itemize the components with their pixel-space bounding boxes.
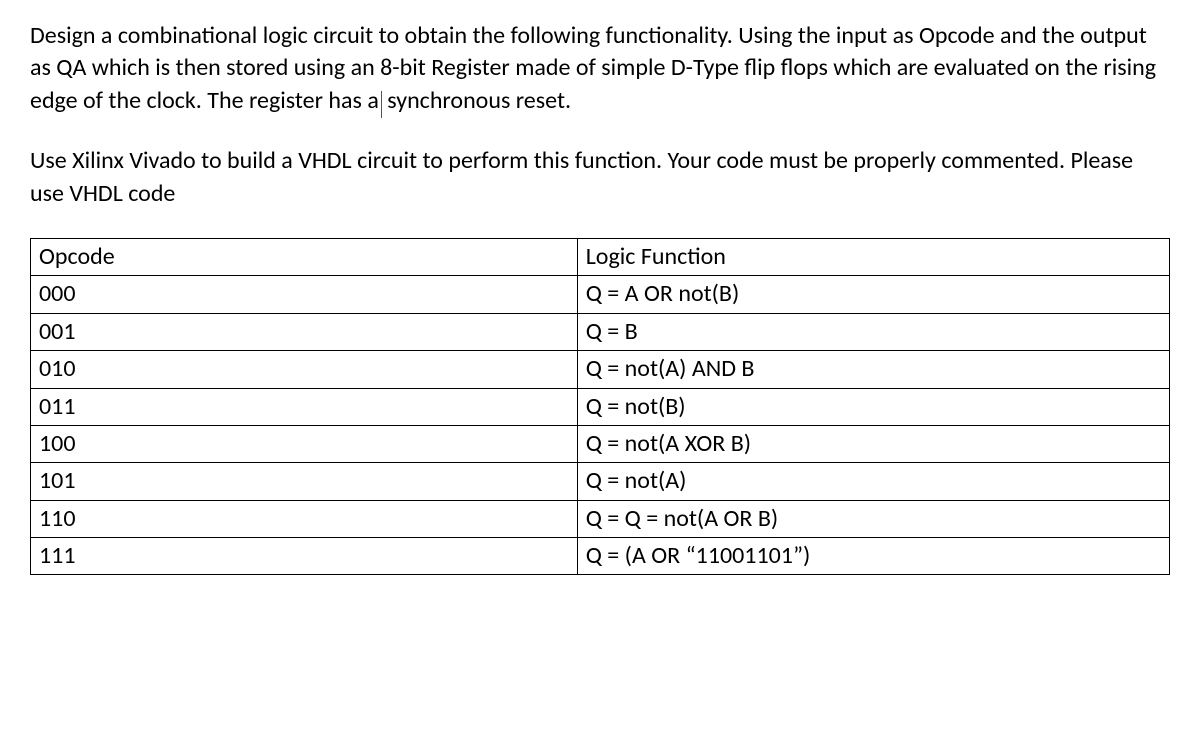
table-header-row: Opcode Logic Function	[31, 238, 1170, 275]
problem-paragraph-2: Use Xilinx Vivado to build a VHDL circui…	[30, 145, 1170, 210]
cell-opcode: 110	[31, 500, 578, 537]
cell-func: Q = not(A)	[577, 463, 1169, 500]
text-cursor	[381, 91, 382, 117]
table-row: 000 Q = A OR not(B)	[31, 276, 1170, 313]
header-logic-function: Logic Function	[577, 238, 1169, 275]
cell-opcode: 101	[31, 463, 578, 500]
cell-func: Q = A OR not(B)	[577, 276, 1169, 313]
cell-func: Q = Q = not(A OR B)	[577, 500, 1169, 537]
cell-opcode: 100	[31, 425, 578, 462]
problem-text-part2: synchronous reset.	[387, 86, 571, 115]
table-row: 010 Q = not(A) AND B	[31, 351, 1170, 388]
opcode-table: Opcode Logic Function 000 Q = A OR not(B…	[30, 238, 1170, 576]
cell-opcode: 010	[31, 351, 578, 388]
cell-func: Q = not(A) AND B	[577, 351, 1169, 388]
header-opcode: Opcode	[31, 238, 578, 275]
problem-text-part1: Design a combinational logic circuit to …	[30, 21, 1156, 115]
cell-opcode: 011	[31, 388, 578, 425]
table-row: 110 Q = Q = not(A OR B)	[31, 500, 1170, 537]
cell-func: Q = not(A XOR B)	[577, 425, 1169, 462]
cell-func: Q = not(B)	[577, 388, 1169, 425]
table-row: 100 Q = not(A XOR B)	[31, 425, 1170, 462]
cell-func: Q = B	[577, 313, 1169, 350]
table-row: 011 Q = not(B)	[31, 388, 1170, 425]
table-row: 001 Q = B	[31, 313, 1170, 350]
cell-opcode: 111	[31, 538, 578, 575]
problem-paragraph-1: Design a combinational logic circuit to …	[30, 20, 1170, 117]
table-row: 101 Q = not(A)	[31, 463, 1170, 500]
table-row: 111 Q = (A OR “11001101”)	[31, 538, 1170, 575]
cell-opcode: 000	[31, 276, 578, 313]
cell-func: Q = (A OR “11001101”)	[577, 538, 1169, 575]
cell-opcode: 001	[31, 313, 578, 350]
